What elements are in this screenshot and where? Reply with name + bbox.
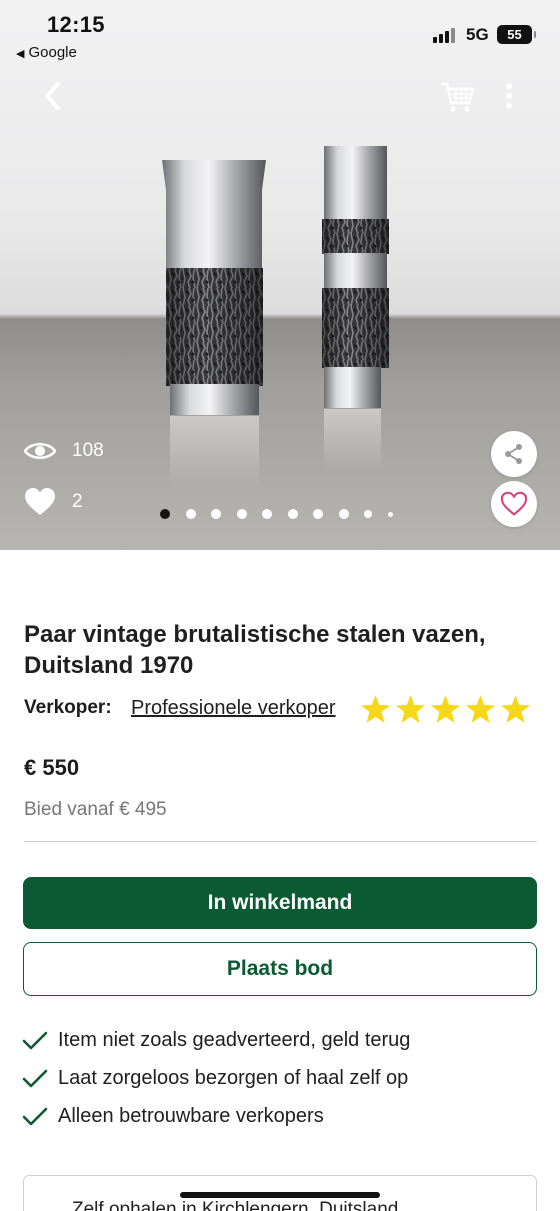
likes-counter: 2 [24,487,83,517]
divider [24,841,537,842]
carousel-dot[interactable] [287,509,298,519]
delivery-text: Zelf ophalen in Kirchlengern, Duitsland [72,1199,399,1211]
cart-button[interactable] [438,78,476,116]
carousel-dot-active[interactable] [160,509,170,519]
checkmark-icon [22,1107,48,1125]
star-icon [396,695,425,723]
carousel-pagination[interactable] [160,509,408,519]
seller-label: Verkoper: [24,697,112,718]
home-indicator[interactable] [180,1192,380,1198]
star-icon [501,695,530,723]
star-icon [466,695,495,723]
usp-item: Alleen betrouwbare verkopers [22,1105,324,1128]
checkmark-icon [22,1069,48,1087]
vertical-dots-icon [506,83,512,109]
carousel-dot[interactable] [338,509,349,519]
usp-item: Laat zorgeloos bezorgen of haal zelf op [22,1067,408,1090]
heart-outline-icon [500,491,528,516]
usp-text: Alleen betrouwbare verkopers [58,1105,324,1127]
back-triangle-icon: ◀ [16,48,25,60]
views-counter: 108 [24,440,104,462]
seller-link[interactable]: Professionele verkoper [131,697,336,720]
place-bid-button[interactable]: Plaats bod [23,942,537,996]
star-icon [361,695,390,723]
star-icon [431,695,460,723]
favorite-button[interactable] [491,481,537,527]
status-time: 12:15 [47,12,105,37]
minimum-bid: Bied vanaf € 495 [24,799,167,820]
carousel-dot[interactable] [387,511,393,517]
battery-icon: 55 [497,25,536,44]
cart-icon [441,82,475,112]
share-button[interactable] [491,431,537,477]
more-options-button[interactable] [494,78,524,116]
usp-text: Item niet zoals geadverteerd, geld terug [58,1029,411,1051]
carousel-dot[interactable] [313,509,323,519]
status-bar: 12:15 ◀ Google 5G 55 [0,0,560,70]
carousel-dot[interactable] [185,509,196,519]
chevron-left-icon [45,82,60,110]
heart-icon [25,488,55,515]
seller-rating[interactable] [361,695,536,723]
likes-count: 2 [72,491,83,512]
network-label: 5G [466,25,489,44]
product-image-carousel[interactable]: 12:15 ◀ Google 5G 55 108 2 [0,0,560,550]
usp-item: Item niet zoals geadverteerd, geld terug [22,1029,410,1052]
carousel-dot[interactable] [211,509,221,519]
price: € 550 [24,755,80,780]
back-button[interactable] [36,78,72,114]
eye-icon [24,442,56,460]
product-title: Paar vintage brutalistische stalen vazen… [24,621,486,679]
back-app-label: Google [28,44,77,61]
carousel-dot[interactable] [262,509,272,519]
back-to-app-link[interactable]: ◀ Google [16,44,77,61]
signal-icon [433,27,459,43]
share-icon [505,444,522,464]
carousel-dot[interactable] [364,510,372,518]
carousel-dot[interactable] [236,509,247,519]
checkmark-icon [22,1031,48,1049]
product-photo [162,146,389,486]
seller-row: Verkoper: Professionele verkoper [24,695,536,725]
usp-text: Laat zorgeloos bezorgen of haal zelf op [58,1067,409,1089]
add-to-cart-button[interactable]: In winkelmand [23,877,537,929]
views-count: 108 [72,440,104,461]
